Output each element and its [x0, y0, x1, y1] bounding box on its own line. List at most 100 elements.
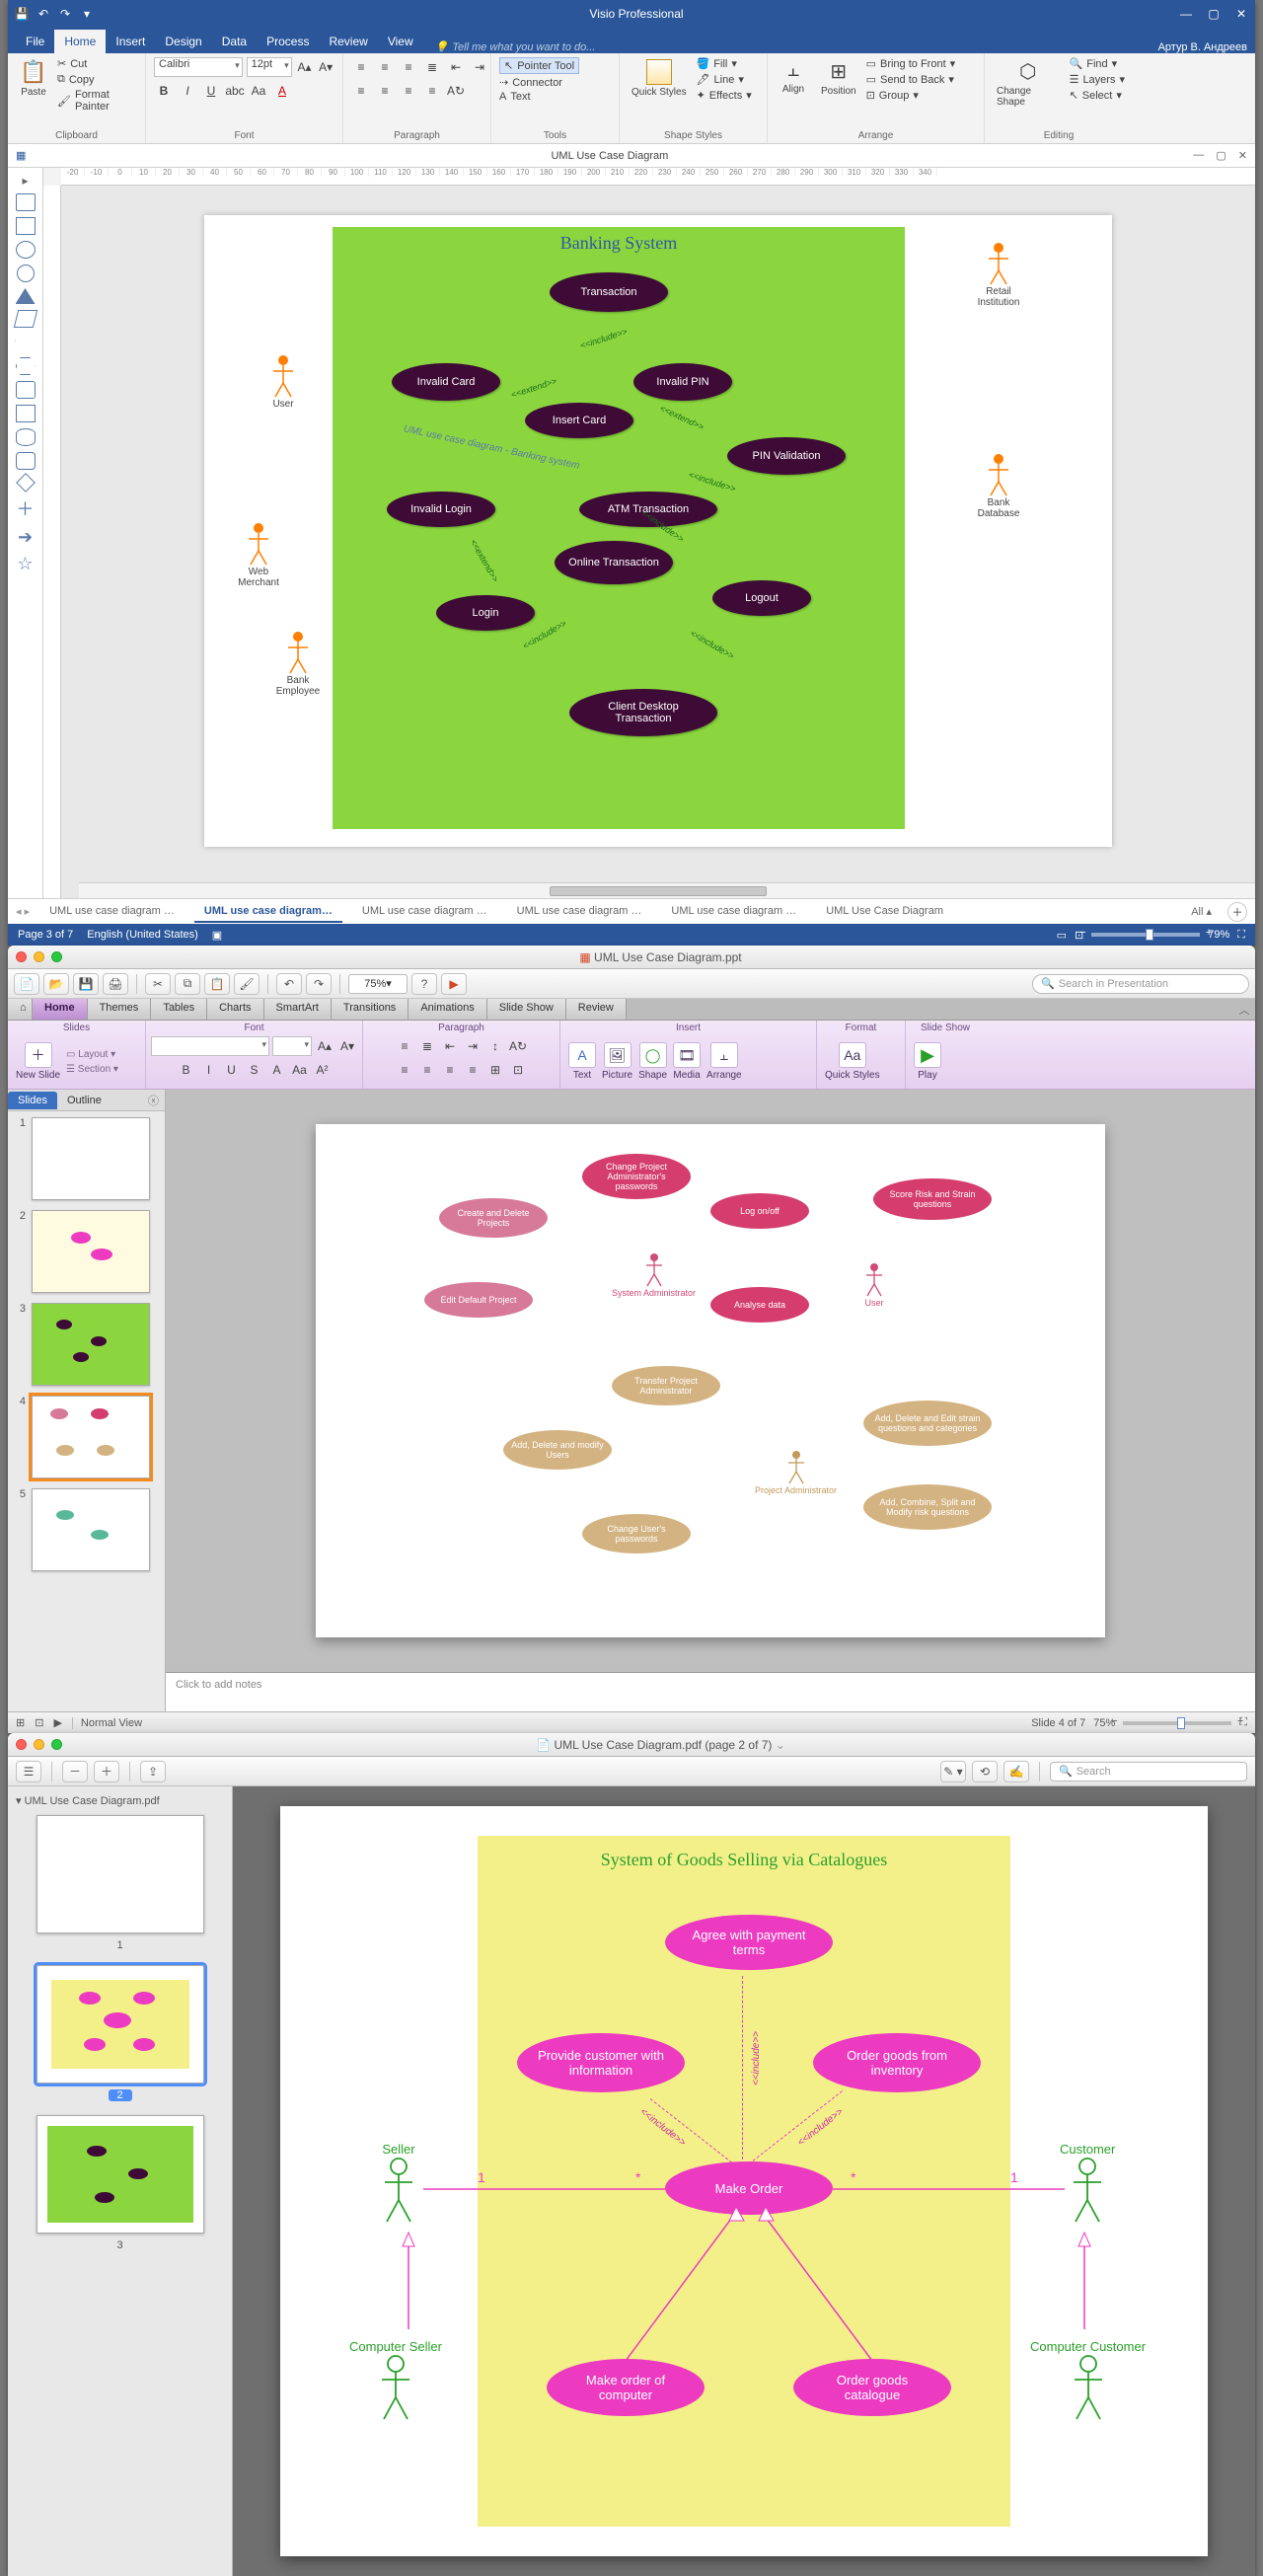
max-dot-icon[interactable]: [51, 951, 62, 962]
pdf-thumb[interactable]: [37, 1965, 204, 2084]
shape-cylinder-icon[interactable]: [16, 428, 36, 446]
tab-smartart[interactable]: SmartArt: [264, 999, 332, 1020]
tab-home[interactable]: Home: [54, 30, 106, 53]
bullets-icon[interactable]: ≣: [422, 57, 442, 77]
zoom-slider[interactable]: [1091, 933, 1200, 937]
shapes-pane[interactable]: ▸ ＋ ➔ ☆: [8, 168, 43, 898]
actor-bank-employee[interactable]: Bank Employee: [273, 630, 323, 697]
align-mid-icon[interactable]: ≡: [375, 57, 395, 77]
shape-plus-icon[interactable]: ＋: [17, 495, 35, 521]
grow-font-icon[interactable]: A▴: [296, 57, 314, 77]
pdf-thumb[interactable]: [37, 2115, 204, 2234]
shape-star-icon[interactable]: ☆: [17, 554, 33, 574]
play-button[interactable]: ▶Play: [914, 1042, 941, 1081]
shape-roundrect-icon[interactable]: [16, 452, 36, 470]
expand-shapes-icon[interactable]: ▸: [22, 174, 28, 188]
find-button[interactable]: 🔍 Find ▾: [1070, 57, 1125, 70]
format-painter-icon[interactable]: 🖌: [234, 973, 260, 995]
quick-styles-button[interactable]: AaQuick Styles: [825, 1042, 880, 1081]
cut-button[interactable]: ✂ Cut: [57, 57, 137, 70]
insert-shape-button[interactable]: ◯Shape: [638, 1042, 667, 1081]
uc-make-order[interactable]: Make Order: [665, 2161, 833, 2215]
uc-score[interactable]: Score Risk and Strain questions: [873, 1178, 992, 1220]
page-tab[interactable]: UML use case diagram …: [39, 901, 185, 923]
uc-transfer[interactable]: Transfer Project Administrator: [612, 1366, 720, 1405]
page-tab[interactable]: UML use case diagram …: [352, 901, 497, 923]
format-painter-button[interactable]: 🖌 Format Painter: [57, 89, 137, 113]
uc-create-del[interactable]: Create and Delete Projects: [439, 1198, 548, 1238]
actor-retail[interactable]: Retail Institution: [974, 241, 1023, 308]
uc-add-risk[interactable]: Add, Combine, Split and Modify risk ques…: [863, 1484, 992, 1530]
fill-button[interactable]: 🪣 Fill ▾: [697, 57, 752, 70]
tab-file[interactable]: File: [16, 30, 54, 53]
bold-icon[interactable]: B: [154, 81, 174, 101]
zoom-select[interactable]: 75% ▾: [348, 974, 408, 994]
new-slide-button[interactable]: ＋New Slide: [16, 1042, 60, 1081]
copy-button[interactable]: ⧉ Copy: [57, 73, 137, 86]
zoom-in-icon[interactable]: ＋: [94, 1761, 119, 1782]
undo-icon[interactable]: ↶: [36, 6, 51, 22]
actor-projadmin[interactable]: Project Administrator: [755, 1450, 837, 1495]
tab-insert[interactable]: Insert: [106, 30, 155, 53]
insert-text-button[interactable]: AText: [568, 1042, 596, 1081]
tab-process[interactable]: Process: [257, 30, 319, 53]
shape-octagon-icon[interactable]: [16, 405, 36, 422]
slide-thumb[interactable]: 2: [14, 1210, 159, 1293]
tab-charts[interactable]: Charts: [207, 999, 263, 1020]
save-icon[interactable]: 💾: [73, 973, 99, 995]
send-back-button[interactable]: ▭ Send to Back ▾: [866, 73, 956, 86]
page-tab[interactable]: UML use case diagram…: [194, 901, 342, 923]
search-input[interactable]: 🔍 Search in Presentation: [1032, 974, 1249, 994]
arrange-button[interactable]: ⫠Arrange: [706, 1042, 742, 1081]
uc-logout[interactable]: Logout: [712, 580, 811, 616]
uc-edit-default[interactable]: Edit Default Project: [424, 1282, 533, 1318]
uc-login[interactable]: Login: [436, 595, 535, 631]
uc-analyse[interactable]: Analyse data: [710, 1287, 809, 1323]
help-icon[interactable]: ?: [411, 973, 437, 995]
italic-icon[interactable]: I: [178, 81, 197, 101]
slide-thumb[interactable]: 4: [14, 1396, 159, 1478]
pdf-search-input[interactable]: 🔍 Search: [1050, 1762, 1247, 1781]
layers-button[interactable]: ☰ Layers ▾: [1070, 73, 1125, 86]
select-button[interactable]: ↖ Select ▾: [1070, 89, 1125, 102]
close-dot-icon[interactable]: [16, 1739, 27, 1750]
rotate-icon[interactable]: ⟲: [972, 1761, 998, 1782]
uc-make-comp[interactable]: Make order of computer: [547, 2359, 705, 2416]
uc-change-user-pwd[interactable]: Change User's passwords: [582, 1514, 691, 1553]
pdf-main[interactable]: System of Goods Selling via Catalogues A…: [233, 1786, 1255, 2576]
doc-close-icon[interactable]: ✕: [1238, 149, 1247, 162]
status-language[interactable]: English (United States): [87, 929, 198, 941]
restore-icon[interactable]: ▢: [1206, 6, 1222, 22]
align-bot-icon[interactable]: ≡: [399, 57, 418, 77]
qat-more-icon[interactable]: ▾: [79, 6, 95, 22]
underline-icon[interactable]: U: [201, 81, 221, 101]
uc-pin-validation[interactable]: PIN Validation: [727, 437, 846, 475]
uc-add-users[interactable]: Add, Delete and modify Users: [503, 1430, 612, 1470]
page-tab[interactable]: UML Use Case Diagram: [816, 901, 953, 923]
tab-view[interactable]: View: [378, 30, 423, 53]
actor-comp-customer[interactable]: Computer Customer: [1030, 2339, 1146, 2423]
uc-client-desktop[interactable]: Client Desktop Transaction: [569, 689, 717, 736]
tab-home[interactable]: Home: [33, 999, 88, 1020]
side-tab-outline[interactable]: Outline: [57, 1092, 111, 1109]
font-color-icon[interactable]: A: [272, 81, 292, 101]
align-right-icon[interactable]: ≡: [399, 81, 418, 101]
file-menu-icon[interactable]: ⌂: [8, 999, 33, 1020]
shape-square-icon[interactable]: [16, 217, 36, 235]
page-tab[interactable]: UML use case diagram …: [507, 901, 652, 923]
bring-front-button[interactable]: ▭ Bring to Front ▾: [866, 57, 956, 70]
slideshow-icon[interactable]: ▶: [441, 973, 467, 995]
shape-diamond-icon[interactable]: [16, 473, 36, 492]
uc-add-strain[interactable]: Add, Delete and Edit strain questions an…: [863, 1401, 992, 1446]
uc-change-pwd[interactable]: Change Project Administrator's passwords: [582, 1154, 691, 1199]
markup-icon[interactable]: ✍: [1003, 1761, 1029, 1782]
annotate-icon[interactable]: ✎ ▾: [940, 1761, 966, 1782]
collapse-ribbon-icon[interactable]: ︿: [1233, 999, 1255, 1020]
actor-customer[interactable]: Customer: [1060, 2142, 1115, 2226]
tell-me[interactable]: 💡 Tell me what you want to do...: [435, 40, 596, 53]
uc-logon[interactable]: Log on/off: [710, 1193, 809, 1229]
copy-icon[interactable]: ⧉: [175, 973, 200, 995]
slide-thumb[interactable]: 5: [14, 1488, 159, 1571]
actor-comp-seller[interactable]: Computer Seller: [349, 2339, 442, 2423]
tab-tables[interactable]: Tables: [151, 999, 207, 1020]
